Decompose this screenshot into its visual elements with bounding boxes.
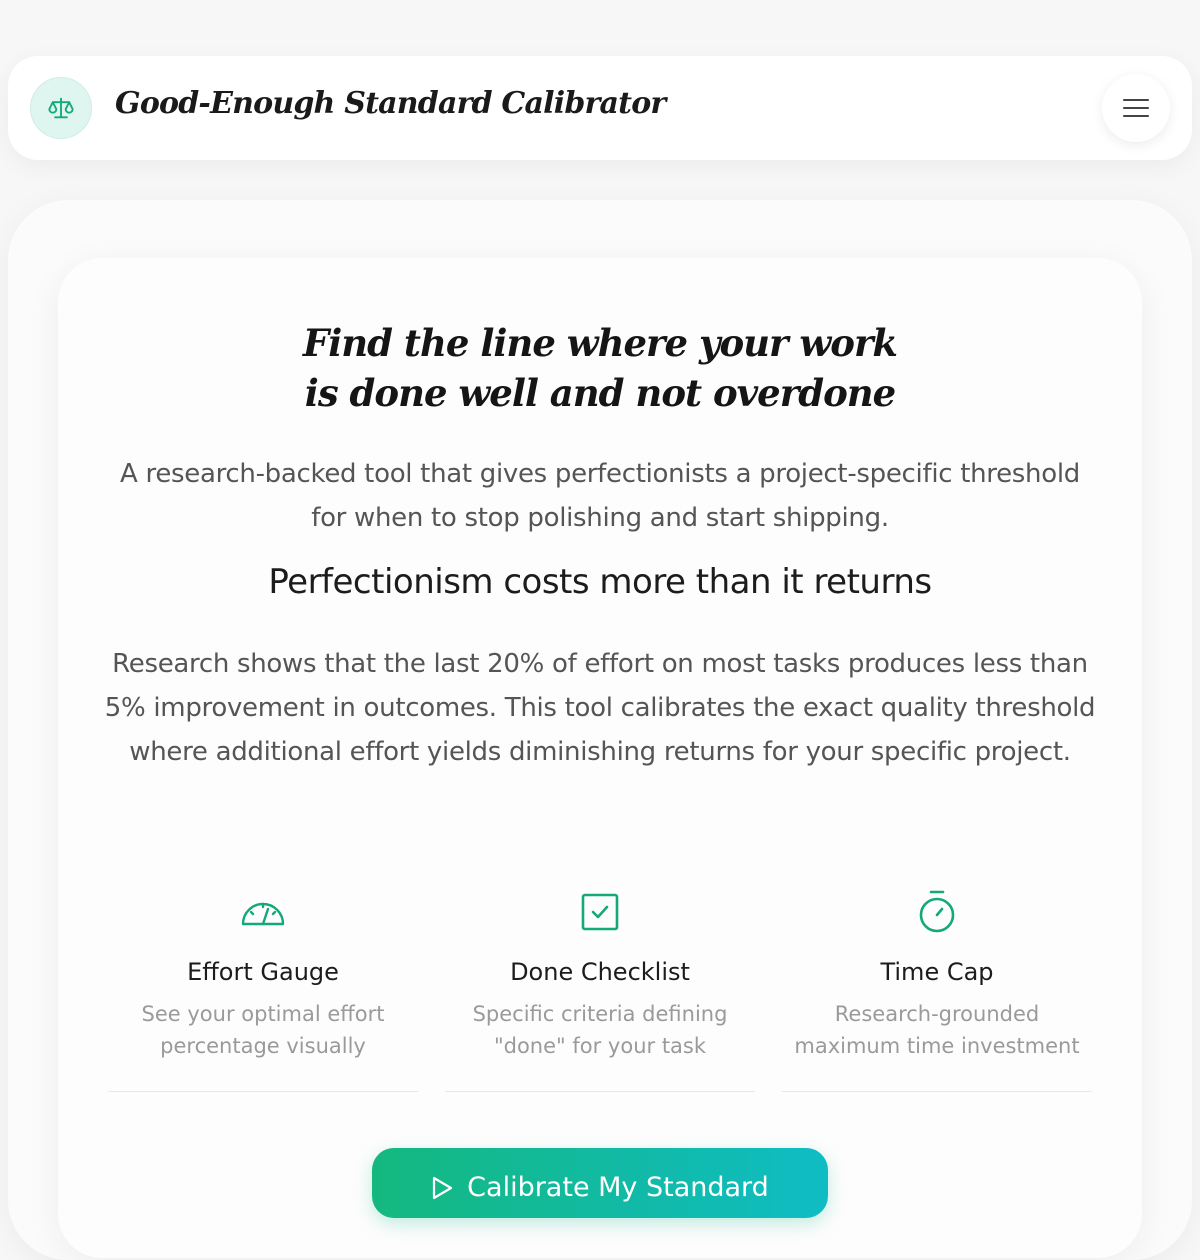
hero-title: Find the line where your work is done we… bbox=[0, 318, 1200, 418]
play-icon bbox=[433, 1176, 453, 1200]
calibrate-button-label: Calibrate My Standard bbox=[467, 1172, 769, 1203]
section-title: Perfectionism costs more than it returns bbox=[268, 562, 932, 602]
app-header: Good-Enough Standard Calibrator bbox=[8, 56, 1192, 160]
feature-effort-gauge: Effort Gauge See your optimal effort per… bbox=[108, 880, 418, 1092]
feature-time-cap: Time Cap Research-grounded maximum time … bbox=[782, 880, 1092, 1092]
feature-desc: Specific criteria defining "done" for yo… bbox=[472, 1002, 728, 1058]
hero-subtitle: A research-backed tool that gives perfec… bbox=[120, 459, 1080, 533]
app-logo[interactable] bbox=[30, 77, 92, 139]
section-body: Research shows that the last 20% of effo… bbox=[104, 649, 1096, 767]
hero-title-line-2: is done well and not overdone bbox=[304, 371, 896, 415]
hero-title-line-1: Find the line where your work bbox=[302, 321, 898, 365]
checkbox-icon bbox=[581, 893, 619, 931]
calibrate-button[interactable]: Calibrate My Standard bbox=[372, 1148, 828, 1218]
feature-title: Done Checklist bbox=[510, 958, 690, 986]
stopwatch-icon bbox=[919, 890, 955, 933]
feature-title: Effort Gauge bbox=[187, 958, 339, 986]
gauge-icon bbox=[241, 902, 285, 926]
menu-button[interactable] bbox=[1102, 74, 1170, 142]
scale-icon bbox=[48, 97, 74, 119]
feature-desc: Research-grounded maximum time investmen… bbox=[794, 1002, 1080, 1058]
hamburger-menu-icon bbox=[1123, 99, 1149, 117]
feature-title: Time Cap bbox=[880, 958, 994, 986]
feature-done-checklist: Done Checklist Specific criteria definin… bbox=[445, 880, 755, 1092]
app-title: Good-Enough Standard Calibrator bbox=[115, 86, 666, 121]
feature-desc: See your optimal effort percentage visua… bbox=[141, 1002, 385, 1058]
